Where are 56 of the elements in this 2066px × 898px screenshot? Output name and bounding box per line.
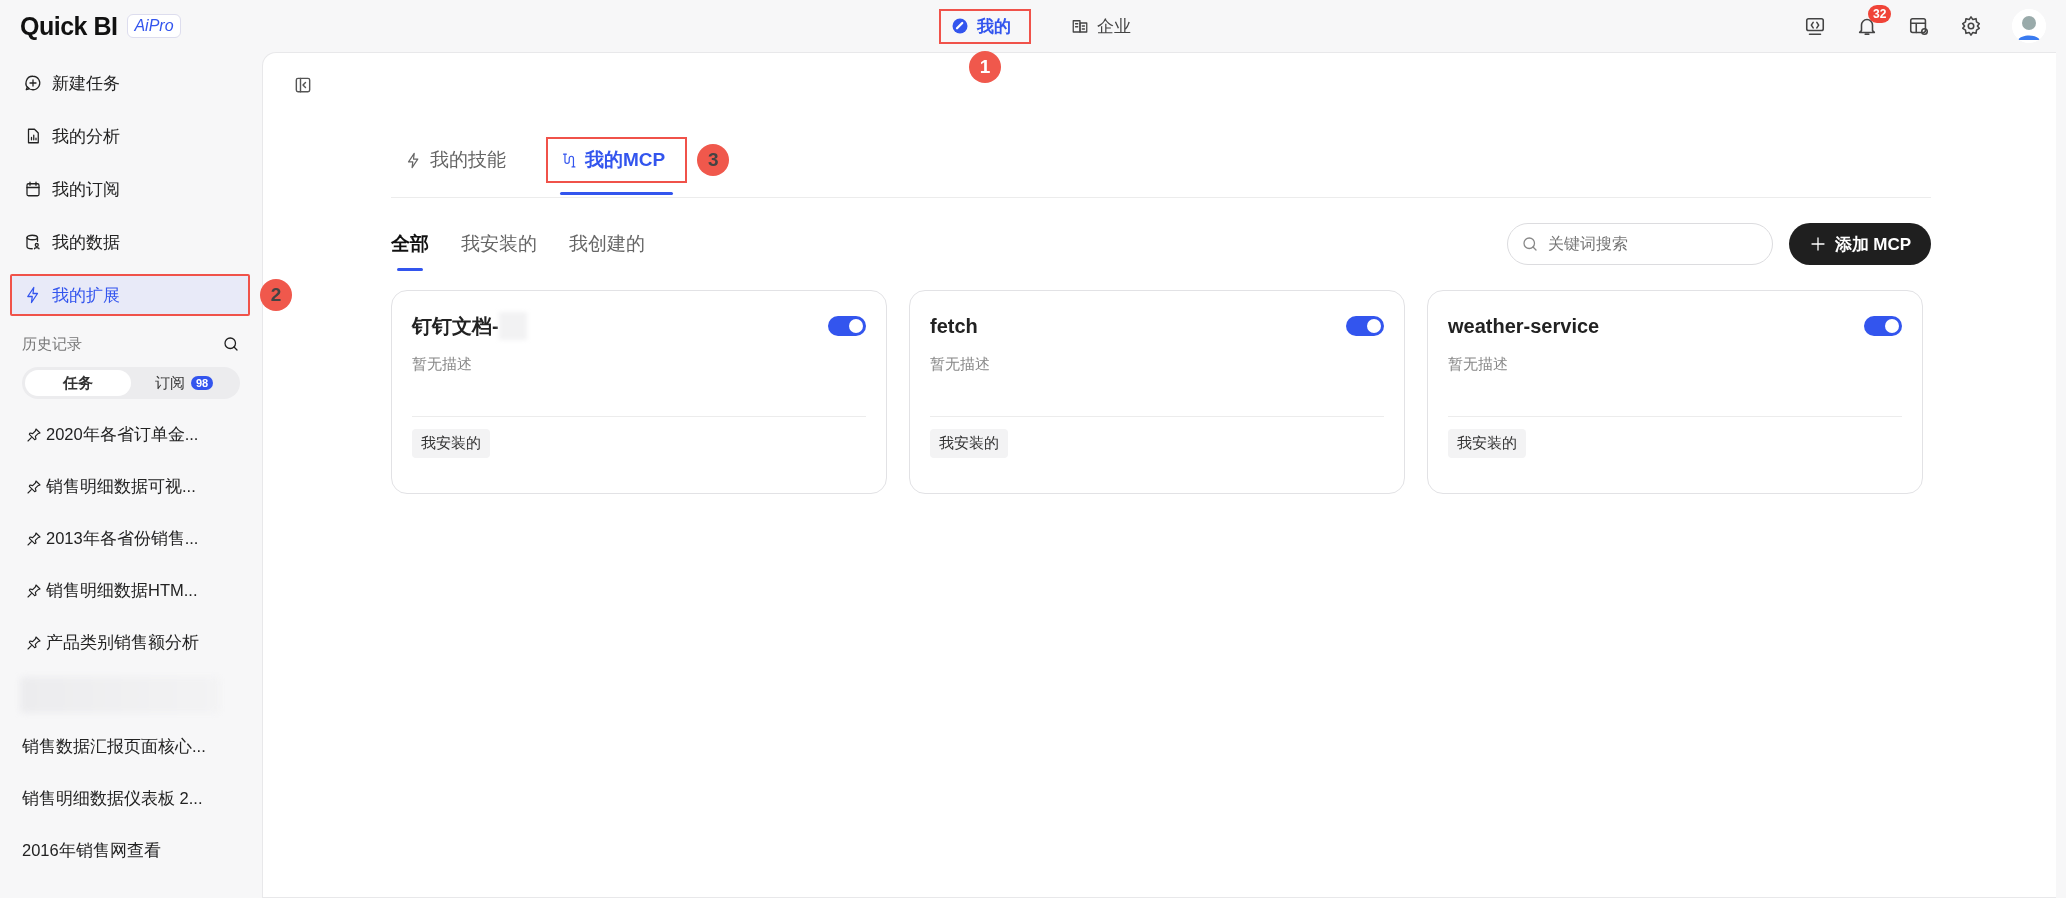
sidebar-item[interactable]: 我的数据 (10, 221, 250, 263)
user-circle-icon (951, 17, 969, 35)
sidebar-item[interactable]: 新建任务 (10, 62, 250, 104)
building-icon (1071, 17, 1089, 35)
card-title: weather-service (1448, 314, 1600, 338)
card-description: 暂无描述 (412, 355, 473, 374)
filter-tab[interactable]: 我安装的 (461, 231, 537, 271)
history-item[interactable]: 销售明细数据HTM... (10, 565, 252, 617)
settings-icon (1960, 15, 1982, 37)
calendar-icon (24, 180, 42, 198)
history-item[interactable]: 2020年各省订单金... (10, 409, 252, 461)
pin-icon (26, 479, 42, 495)
pin-icon (26, 531, 42, 547)
add-mcp-button[interactable]: 添加 MCP (1788, 223, 1931, 265)
toggle-switch[interactable] (828, 316, 866, 336)
logo-text: Quick BI (20, 11, 118, 41)
notification-count: 32 (1868, 5, 1892, 23)
pin-icon (26, 583, 42, 599)
card-tag: 我安装的 (930, 429, 1008, 458)
filter-tab[interactable]: 全部 (391, 231, 429, 271)
code-monitor-icon (1804, 15, 1826, 37)
tab[interactable]: 我的技能 (391, 137, 520, 183)
search-icon (222, 335, 240, 353)
count-badge: 98 (190, 376, 214, 390)
callout-number: 3 (697, 144, 730, 176)
history-item[interactable]: 2013年各省份销售... (10, 513, 252, 565)
toggle-switch[interactable] (1864, 316, 1902, 336)
filter-tab[interactable]: 我创建的 (569, 231, 645, 271)
toggle-switch[interactable] (1346, 316, 1384, 336)
card-description: 暂无描述 (1448, 355, 1509, 374)
card-title: 钉钉文档- (412, 313, 499, 339)
table-gear-icon (1908, 15, 1930, 37)
pin-icon (26, 635, 42, 651)
history-item[interactable]: 销售数据汇报页面核心... (10, 721, 252, 773)
plug-icon (560, 151, 577, 169)
sidebar-item[interactable]: 我的分析 (10, 115, 250, 157)
pin-icon (26, 427, 42, 443)
search-icon (1520, 235, 1539, 253)
sidebar-collapse-icon (293, 75, 313, 95)
card-description: 暂无描述 (930, 355, 991, 374)
history-tab[interactable]: 任务 (25, 370, 131, 396)
chat-plus-icon (24, 74, 42, 92)
history-tab[interactable]: 订阅 98 (131, 370, 237, 396)
history-item[interactable]: 2016年销售网查看 (10, 825, 252, 877)
search-field[interactable]: 关键词搜索 (1506, 223, 1773, 265)
history-title: 历史记录 (22, 334, 82, 354)
history-item[interactable]: 销售明细数据可视... (10, 461, 252, 513)
card-title: fetch (930, 314, 978, 338)
history-item[interactable]: 销售明细数据仪表板 2... (10, 773, 252, 825)
card-tag: 我安装的 (1448, 429, 1526, 458)
database-user-icon (24, 233, 42, 251)
card-tag: 我安装的 (412, 429, 490, 458)
sidebar-item[interactable]: 我的订阅 (10, 168, 250, 210)
history-item[interactable]: 产品类别销售额分析 (10, 617, 252, 669)
ai-badge: AiPro (127, 14, 181, 38)
top-nav-tab[interactable]: 企业 (1059, 8, 1143, 44)
